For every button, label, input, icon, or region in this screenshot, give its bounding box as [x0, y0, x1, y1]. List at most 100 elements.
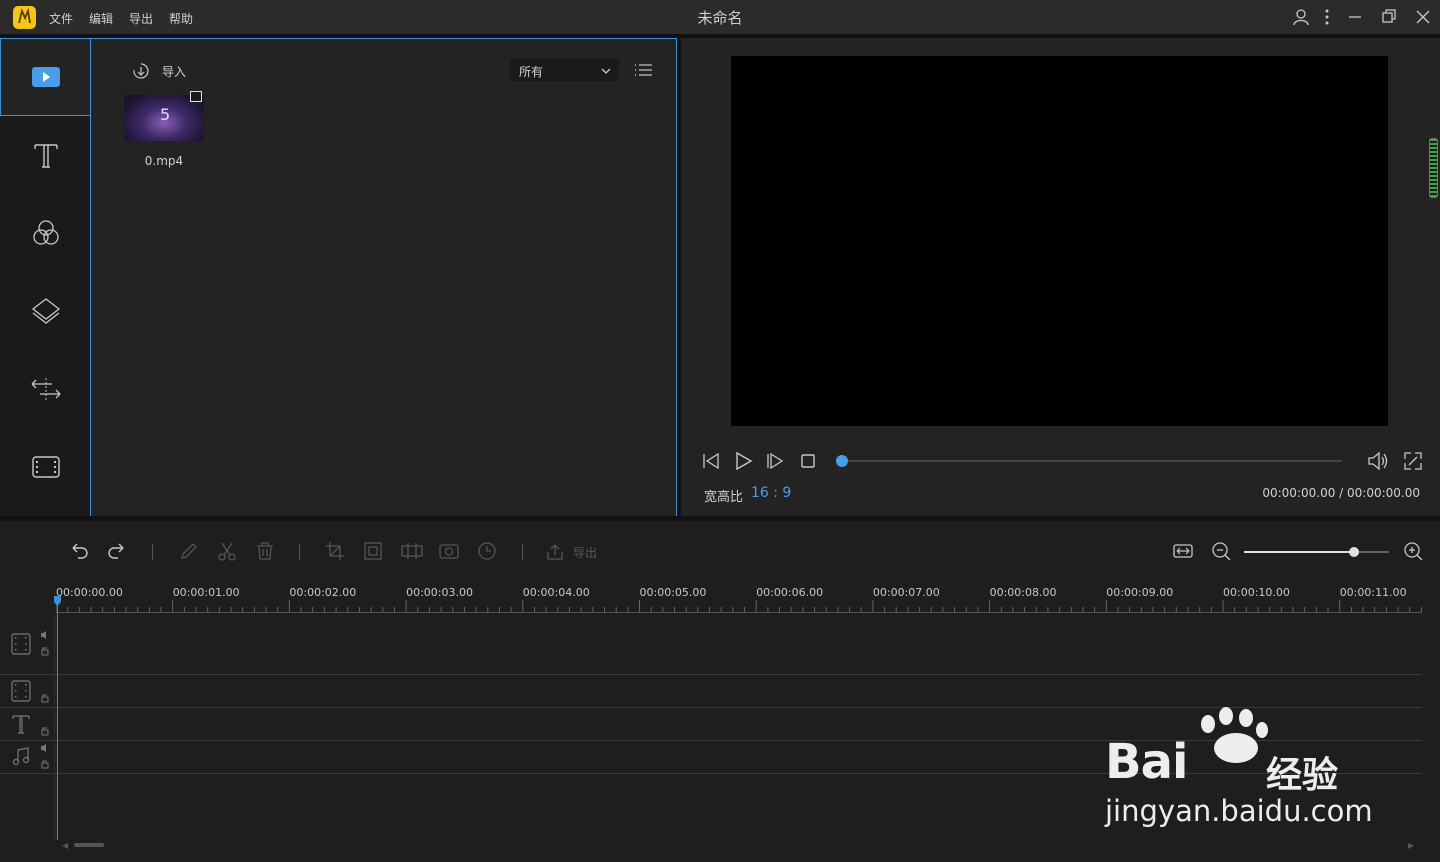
playhead[interactable]	[57, 596, 58, 840]
track-lock-icon[interactable]	[40, 646, 50, 656]
track-lock-icon[interactable]	[40, 693, 50, 703]
zoom-in-icon	[1404, 542, 1423, 561]
video-track-icon	[10, 632, 32, 656]
restore-icon[interactable]	[1379, 7, 1399, 27]
fullscreen-button[interactable]	[1403, 451, 1423, 471]
zoom-slider-knob[interactable]	[1349, 547, 1359, 557]
scroll-right-icon[interactable]: ▶	[1408, 841, 1414, 850]
timeline-export-button[interactable]: 导出	[545, 542, 597, 562]
tool-filters[interactable]	[0, 194, 91, 271]
delete-button[interactable]	[254, 540, 276, 562]
mosaic-button[interactable]	[362, 540, 384, 562]
crop-icon	[326, 542, 344, 560]
app-logo	[13, 6, 36, 29]
timeline-ruler[interactable]: 00:00:00.00 00:00:01.00 00:00:02.00 00:00:0…	[56, 582, 1422, 614]
clock-icon	[478, 542, 496, 560]
track-lock-icon[interactable]	[40, 759, 50, 769]
stop-button[interactable]	[799, 451, 819, 471]
track-lock-icon[interactable]	[40, 726, 50, 736]
film-icon	[31, 455, 60, 478]
undo-button[interactable]	[68, 540, 90, 562]
ruler-label: 00:00:01.00	[172, 586, 240, 599]
transition-icon	[31, 377, 60, 400]
zoom-out-icon	[1212, 542, 1231, 561]
zoom-out-button[interactable]	[1210, 540, 1232, 562]
zoom-in-button[interactable]	[1402, 540, 1424, 562]
zoom-frame-icon	[364, 542, 382, 560]
media-item[interactable]: 5 0.mp4	[124, 91, 204, 168]
stop-icon	[801, 454, 815, 468]
tool-media[interactable]	[0, 38, 91, 116]
more-options-icon[interactable]	[1317, 7, 1337, 27]
video-badge-icon	[190, 91, 202, 102]
zoom-slider-fill	[1244, 551, 1354, 553]
tool-sidebar	[0, 38, 91, 516]
prev-frame-button[interactable]	[701, 451, 721, 471]
crop-button[interactable]	[324, 540, 346, 562]
next-frame-button[interactable]	[765, 451, 785, 471]
freeze-frame-button[interactable]	[400, 540, 424, 562]
menu-help[interactable]: 帮助	[169, 10, 193, 27]
import-label: 导入	[162, 64, 187, 79]
scroll-left-icon[interactable]: ◀	[62, 841, 68, 850]
import-button[interactable]: 导入	[130, 62, 186, 80]
edit-button[interactable]	[178, 540, 200, 562]
tool-elements[interactable]	[0, 428, 91, 505]
scissors-icon	[218, 542, 236, 561]
filters-icon	[32, 219, 59, 245]
window-title: 未命名	[697, 9, 743, 27]
menu-file[interactable]: 文件	[49, 10, 73, 27]
split-button[interactable]	[216, 540, 238, 562]
ruler-label: 00:00:04.00	[522, 586, 590, 599]
minimize-icon[interactable]	[1345, 7, 1365, 27]
media-icon	[32, 67, 60, 87]
account-icon[interactable]	[1291, 7, 1311, 27]
ruler-label: 00:00:03.00	[406, 586, 473, 599]
divider	[299, 544, 300, 560]
track-mute-icon[interactable]	[40, 743, 50, 753]
track-header-divider	[54, 613, 55, 843]
watermark-brand-suffix: 经验	[1266, 755, 1339, 796]
undo-icon	[72, 543, 88, 559]
tool-transitions[interactable]	[0, 350, 91, 427]
playback-progress-knob[interactable]	[836, 455, 848, 467]
media-filter-select[interactable]: 所有	[510, 59, 619, 81]
duration-button[interactable]	[476, 540, 498, 562]
text-icon	[33, 143, 58, 168]
overlay-track-icon	[10, 679, 32, 703]
close-icon[interactable]	[1413, 7, 1433, 27]
redo-button[interactable]	[106, 540, 128, 562]
snapshot-button[interactable]	[438, 540, 460, 562]
fit-width-icon	[1173, 544, 1193, 558]
ruler-label: 00:00:09.00	[1106, 586, 1174, 599]
ruler-label: 00:00:10.00	[1223, 586, 1290, 599]
ruler-ticks	[56, 600, 1422, 612]
menu-export[interactable]: 导出	[129, 10, 153, 27]
preview-screen	[731, 56, 1388, 426]
timeline-scrollbar[interactable]	[74, 843, 104, 847]
volume-icon	[1368, 451, 1388, 471]
play-icon	[736, 451, 753, 471]
filter-value: 所有	[519, 65, 544, 79]
ruler-label: 00:00:05.00	[639, 586, 707, 599]
tool-overlays[interactable]	[0, 272, 91, 349]
media-filename: 0.mp4	[144, 154, 184, 168]
fit-timeline-button[interactable]	[1172, 540, 1194, 562]
share-icon	[547, 544, 563, 560]
divider	[522, 544, 523, 560]
play-button[interactable]	[733, 451, 753, 471]
aspect-ratio-value[interactable]: 16 : 9	[751, 485, 791, 501]
ruler-label: 00:00:08.00	[989, 586, 1057, 599]
playback-progress-track[interactable]	[842, 460, 1342, 462]
watermark-url: jingyan.baidu.com	[1105, 794, 1373, 828]
ruler-label: 00:00:00.00	[56, 586, 123, 599]
volume-button[interactable]	[1367, 451, 1389, 471]
divider	[0, 38, 91, 39]
track-mute-icon[interactable]	[40, 630, 50, 640]
step-back-icon	[703, 452, 719, 470]
ruler-baseline	[56, 612, 1422, 613]
list-view-button[interactable]	[633, 62, 653, 78]
tool-text[interactable]	[0, 116, 91, 193]
redo-icon	[108, 543, 124, 559]
menu-edit[interactable]: 编辑	[89, 10, 113, 27]
